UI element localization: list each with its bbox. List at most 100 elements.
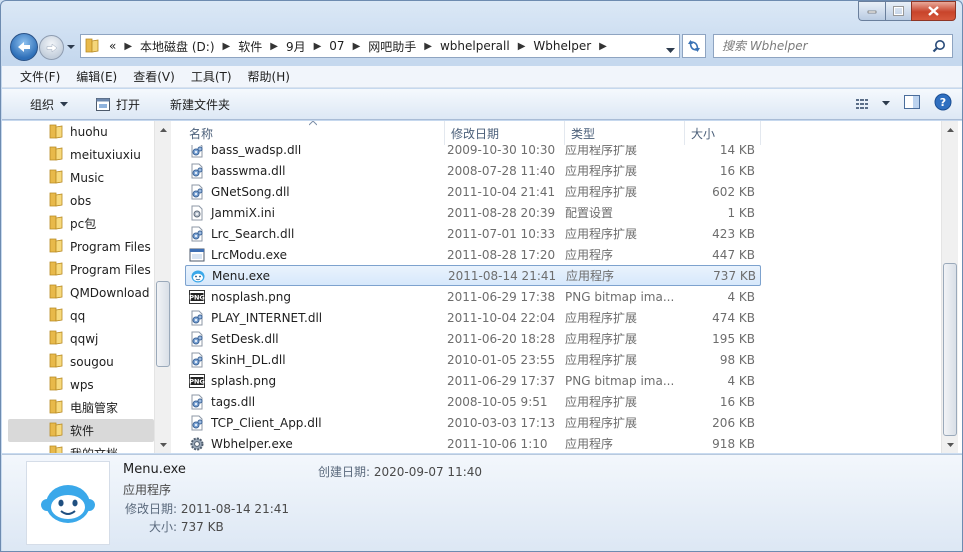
file-name-cell[interactable]: SkinH_DL.dll [185,352,445,368]
table-row[interactable]: SkinH_DL.dll 2010-01-05 23:55 应用程序扩展 98 KB [185,349,761,370]
sidebar-item[interactable]: Program Files [2,235,154,258]
maximize-button[interactable] [885,1,911,21]
dll-icon [189,163,205,179]
search-box[interactable] [713,34,953,58]
refresh-button[interactable] [682,34,706,58]
file-name-cell[interactable]: Lrc_Search.dll [185,226,445,242]
organize-button[interactable]: 组织 [20,91,78,117]
nav-scroll-thumb[interactable] [156,281,170,367]
file-name-cell[interactable]: JammiX.ini [185,205,445,221]
file-name-cell[interactable]: tags.dll [185,394,445,410]
breadcrumb-item[interactable]: wbhelperall [436,39,514,53]
file-name-cell[interactable]: Menu.exe [186,268,446,284]
breadcrumb-item[interactable]: 本地磁盘 (D:) [136,38,218,55]
file-name-cell[interactable]: LrcModu.exe [185,247,445,263]
file-name-cell[interactable]: SetDesk.dll [185,331,445,347]
nav-scrollbar[interactable] [154,121,171,453]
column-header-size[interactable]: 大小 [685,121,761,145]
breadcrumb-separator-icon[interactable]: ▶ [219,41,235,52]
menu-edit[interactable]: 编辑(E) [68,68,125,85]
file-type: 应用程序扩展 [565,185,638,199]
view-options-button[interactable] [856,98,890,110]
table-row[interactable]: GNetSong.dll 2011-10-04 21:41 应用程序扩展 602 KB [185,181,761,202]
sidebar-item[interactable]: Music [2,166,154,189]
breadcrumb-separator-icon[interactable]: ▶ [420,41,436,52]
table-row[interactable]: SetDesk.dll 2011-06-20 18:28 应用程序扩展 195 KB [185,328,761,349]
menu-view[interactable]: 查看(V) [125,68,183,85]
file-type: 应用程序扩展 [565,416,638,430]
file-name-cell[interactable]: bass_wadsp.dll [185,145,445,158]
scroll-down-button[interactable] [155,436,171,453]
open-button[interactable]: 打开 [86,91,150,117]
table-row[interactable]: basswma.dll 2008-07-28 11:40 应用程序扩展 16 KB [185,160,761,181]
scroll-up-button[interactable] [155,121,171,138]
sidebar-item[interactable]: qqwj [2,327,154,350]
sidebar-item[interactable]: wps [2,373,154,396]
dll-icon [189,145,205,158]
sidebar-item[interactable]: Program Files [2,258,154,281]
column-header-date[interactable]: 修改日期 [445,121,565,145]
files-scrollbar[interactable] [941,121,958,453]
sidebar-item[interactable]: 我的文档 [2,442,154,453]
table-row[interactable]: Wbhelper.exe 2011-10-06 1:10 应用程序 918 KB [185,433,761,453]
file-name-cell[interactable]: PNG nosplash.png [185,289,445,305]
sidebar-item[interactable]: pc包 [2,212,154,235]
sidebar-item[interactable]: obs [2,189,154,212]
file-name-cell[interactable]: PLAY_INTERNET.dll [185,310,445,326]
column-header-name[interactable]: 名称 [171,121,445,145]
address-history-dropdown[interactable] [666,43,675,57]
file-name-cell[interactable]: TCP_Client_App.dll [185,415,445,431]
table-row[interactable]: Menu.exe 2011-08-14 21:41 应用程序 737 KB [185,265,761,286]
menu-file[interactable]: 文件(F) [12,68,68,85]
file-name-cell[interactable]: Wbhelper.exe [185,436,445,452]
search-input[interactable] [722,39,922,53]
sidebar-item[interactable]: huohu [2,121,154,143]
files-scroll-thumb[interactable] [943,263,957,436]
menu-help[interactable]: 帮助(H) [240,68,298,85]
breadcrumb-separator-icon[interactable]: ▶ [595,41,611,52]
breadcrumb-separator-icon[interactable]: ▶ [120,41,136,52]
close-button[interactable] [911,1,956,21]
back-button[interactable] [10,33,38,61]
forward-button[interactable] [39,35,64,60]
breadcrumb-item[interactable]: 网吧助手 [364,38,420,55]
table-row[interactable]: PNG splash.png 2011-06-29 17:37 PNG bitmap … [185,370,761,391]
column-header-type[interactable]: 类型 [565,121,685,145]
minimize-button[interactable] [858,1,885,21]
breadcrumb-item[interactable]: 9月 [282,38,310,55]
breadcrumb-separator-icon[interactable]: ▶ [266,41,282,52]
table-row[interactable]: tags.dll 2008-10-05 9:51 应用程序扩展 16 KB [185,391,761,412]
scroll-down-button[interactable] [942,436,958,453]
help-button[interactable]: ? [934,93,952,114]
recent-pages-dropdown[interactable] [66,41,76,51]
breadcrumb-separator-icon[interactable]: ▶ [310,41,326,52]
new-folder-button[interactable]: 新建文件夹 [160,91,240,117]
sidebar-item[interactable]: 电脑管家 [2,396,154,419]
file-name-cell[interactable]: basswma.dll [185,163,445,179]
preview-pane-button[interactable] [904,95,920,112]
breadcrumb-item[interactable]: Wbhelper [529,39,595,53]
breadcrumb-item[interactable]: 07 [325,39,348,53]
table-row[interactable]: LrcModu.exe 2011-08-28 17:20 应用程序 447 KB [185,244,761,265]
table-row[interactable]: PLAY_INTERNET.dll 2011-10-04 22:04 应用程序扩展 4… [185,307,761,328]
sidebar-item[interactable]: sougou [2,350,154,373]
sidebar-item[interactable]: qq [2,304,154,327]
menu-tools[interactable]: 工具(T) [183,68,240,85]
sidebar-item[interactable]: meituxiuxiu [2,143,154,166]
address-bar[interactable]: « ▶ 本地磁盘 (D:) ▶ 软件 ▶ 9月 ▶ 07 ▶ 网吧助手 ▶ wb… [80,34,680,58]
breadcrumb-separator-icon[interactable]: ▶ [349,41,365,52]
sidebar-item[interactable]: QMDownload [2,281,154,304]
scroll-up-button[interactable] [942,121,958,138]
table-row[interactable]: TCP_Client_App.dll 2010-03-03 17:13 应用程序扩展… [185,412,761,433]
search-icon[interactable] [932,39,946,56]
table-row[interactable]: JammiX.ini 2011-08-28 20:39 配置设置 1 KB [185,202,761,223]
breadcrumb-separator-icon[interactable]: ▶ [514,41,530,52]
breadcrumb-overflow[interactable]: « [105,39,120,53]
table-row[interactable]: Lrc_Search.dll 2011-07-01 10:33 应用程序扩展 423 … [185,223,761,244]
table-row[interactable]: bass_wadsp.dll 2009-10-30 10:30 应用程序扩展 14 K… [185,145,761,160]
table-row[interactable]: PNG nosplash.png 2011-06-29 17:38 PNG bitma… [185,286,761,307]
file-name-cell[interactable]: PNG splash.png [185,373,445,389]
sidebar-item[interactable]: 软件 [8,419,154,442]
breadcrumb-item[interactable]: 软件 [234,38,266,55]
file-name-cell[interactable]: GNetSong.dll [185,184,445,200]
